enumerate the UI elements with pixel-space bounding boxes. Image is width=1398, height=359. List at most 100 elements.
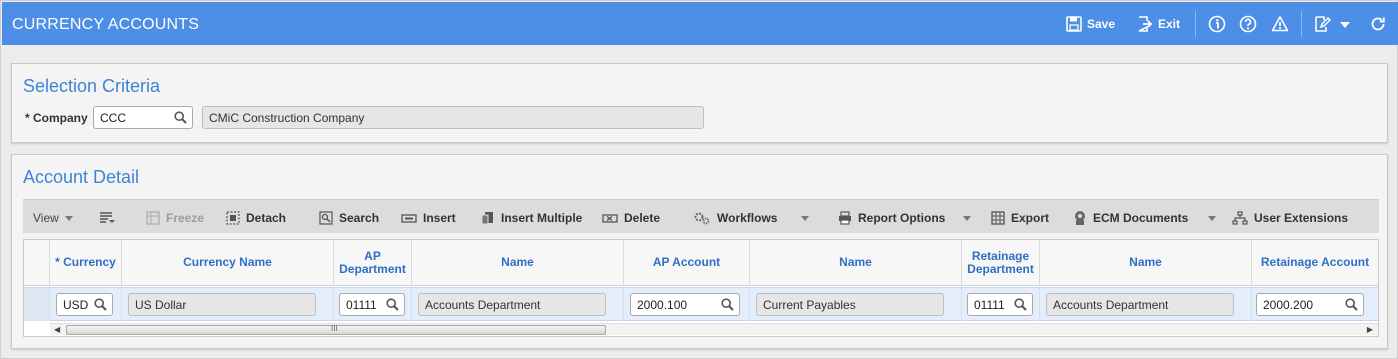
ecm-documents-icon	[1075, 211, 1085, 225]
warning-icon[interactable]	[1271, 15, 1289, 33]
help-icon[interactable]	[1239, 15, 1257, 33]
currency-name-field: US Dollar	[128, 293, 316, 316]
ap-department-name-cell: Accounts Department	[412, 288, 624, 321]
export-label: Export	[1011, 211, 1050, 225]
column-header-name[interactable]: Name	[750, 240, 962, 286]
column-header-currency[interactable]: * Currency	[50, 240, 122, 286]
printer-icon	[839, 211, 851, 225]
search-icon[interactable]	[94, 298, 107, 311]
ap-account-cell: 2000.100	[624, 288, 750, 321]
view-menu[interactable]: View	[33, 210, 73, 226]
exit-label: Exit	[1158, 17, 1181, 31]
retainage-department-name-field: Accounts Department	[1046, 293, 1234, 316]
insert-row-icon	[401, 214, 417, 223]
column-header-retainage-department[interactable]: Retainage Department	[962, 240, 1040, 286]
exit-icon	[1138, 16, 1153, 32]
company-label: * Company	[25, 111, 88, 125]
ap-account-value: 2000.100	[637, 298, 688, 312]
insert-multiple-label: Insert Multiple	[501, 211, 583, 225]
company-value: CCC	[100, 111, 126, 125]
search-icon[interactable]	[721, 298, 734, 311]
search-icon[interactable]	[174, 111, 187, 124]
search-icon	[319, 211, 333, 225]
retainage-department-input[interactable]: 01111	[967, 293, 1033, 316]
search-button[interactable]: Search	[319, 210, 379, 226]
chevron-down-icon	[64, 215, 73, 221]
search-label: Search	[339, 211, 380, 225]
detach-label: Detach	[246, 211, 287, 225]
toolbar-divider	[1195, 11, 1196, 37]
chevron-down-icon[interactable]	[1339, 15, 1351, 33]
save-icon	[1066, 16, 1082, 32]
report-options-label: Report Options	[858, 211, 946, 225]
detach-button[interactable]: Detach	[226, 210, 286, 226]
company-name-field: CMiC Construction Company	[202, 106, 704, 129]
ecm-documents-label: ECM Documents	[1093, 211, 1189, 225]
report-options-menu[interactable]: Report Options	[838, 210, 972, 226]
search-icon[interactable]	[386, 298, 399, 311]
retainage-department-cell: 01111	[962, 288, 1040, 321]
search-icon[interactable]	[1014, 298, 1027, 311]
ap-department-input[interactable]: 01111	[339, 293, 405, 316]
row-selector-header	[24, 240, 50, 286]
save-label: Save	[1087, 17, 1116, 31]
page-title: CURRENCY ACCOUNTS	[12, 16, 200, 33]
user-extensions-button[interactable]: User Extensions	[1232, 210, 1348, 226]
scrollbar-thumb[interactable]: III	[66, 324, 606, 335]
ap-account-name-field: Current Payables	[756, 293, 944, 316]
save-button[interactable]: Save	[1066, 15, 1115, 33]
delete-label: Delete	[624, 211, 661, 225]
insert-label: Insert	[423, 211, 456, 225]
hierarchy-icon	[1232, 211, 1248, 225]
ap-account-name-cell: Current Payables	[750, 288, 962, 321]
column-header-name[interactable]: Name	[412, 240, 624, 286]
table-row[interactable]: USD US Dollar 01111 Accounts Department	[24, 287, 1378, 321]
ecm-documents-menu[interactable]: ECM Documents	[1073, 210, 1217, 226]
horizontal-scrollbar[interactable]: ◀ III ▶	[50, 323, 1378, 335]
insert-multiple-button[interactable]: Insert Multiple	[481, 210, 582, 226]
selection-criteria-title: Selection Criteria	[23, 76, 161, 96]
edit-note-icon[interactable]	[1313, 15, 1331, 33]
exit-button[interactable]: Exit	[1137, 15, 1180, 33]
grip-icon: III	[331, 324, 338, 333]
workflows-label: Workflows	[717, 211, 778, 225]
chevron-down-icon	[801, 215, 810, 221]
search-icon[interactable]	[1345, 298, 1358, 311]
row-selector[interactable]	[24, 288, 50, 321]
refresh-icon[interactable]	[1369, 15, 1387, 33]
ap-department-name-field: Accounts Department	[418, 293, 606, 316]
info-icon[interactable]	[1208, 15, 1226, 33]
retainage-account-input[interactable]: 2000.200	[1256, 293, 1364, 316]
column-header-retainage-account[interactable]: Retainage Account	[1252, 240, 1378, 286]
scroll-left-arrow-icon[interactable]: ◀	[54, 325, 60, 334]
detach-icon	[226, 211, 240, 225]
company-input[interactable]: CCC	[93, 106, 193, 129]
insert-multiple-icon	[481, 212, 493, 225]
export-button[interactable]: Export	[991, 210, 1049, 226]
delete-row-icon	[602, 214, 618, 223]
grid-toolbar: View Freeze Detach Search Insert Insert …	[23, 199, 1379, 233]
workflows-menu[interactable]: Workflows	[693, 210, 810, 226]
column-header-ap-account[interactable]: AP Account	[624, 240, 750, 286]
insert-button[interactable]: Insert	[401, 210, 456, 226]
ap-department-value: 01111	[346, 298, 377, 312]
scroll-right-arrow-icon[interactable]: ▶	[1367, 325, 1373, 334]
account-detail-title: Account Detail	[23, 167, 140, 187]
column-header-ap-department[interactable]: AP Department	[334, 240, 412, 286]
chevron-down-icon	[963, 215, 972, 221]
ap-account-input[interactable]: 2000.100	[630, 293, 740, 316]
column-header-currency-name[interactable]: Currency Name	[122, 240, 334, 286]
app-window: CURRENCY ACCOUNTS Save Exit Selection Cr…	[0, 0, 1398, 359]
title-bar: CURRENCY ACCOUNTS Save Exit	[2, 2, 1398, 45]
query-by-example-button[interactable]	[99, 210, 115, 226]
retainage-department-value: 01111	[974, 298, 1005, 312]
column-header-name[interactable]: Name	[1040, 240, 1252, 286]
gears-icon	[694, 212, 710, 225]
account-grid: * Currency Currency Name AP Department N…	[23, 239, 1379, 337]
currency-input[interactable]: USD	[56, 293, 113, 316]
delete-button[interactable]: Delete	[602, 210, 660, 226]
user-extensions-label: User Extensions	[1254, 211, 1349, 225]
view-label: View	[33, 211, 59, 225]
freeze-label: Freeze	[166, 211, 205, 225]
freeze-button[interactable]: Freeze	[146, 210, 204, 226]
